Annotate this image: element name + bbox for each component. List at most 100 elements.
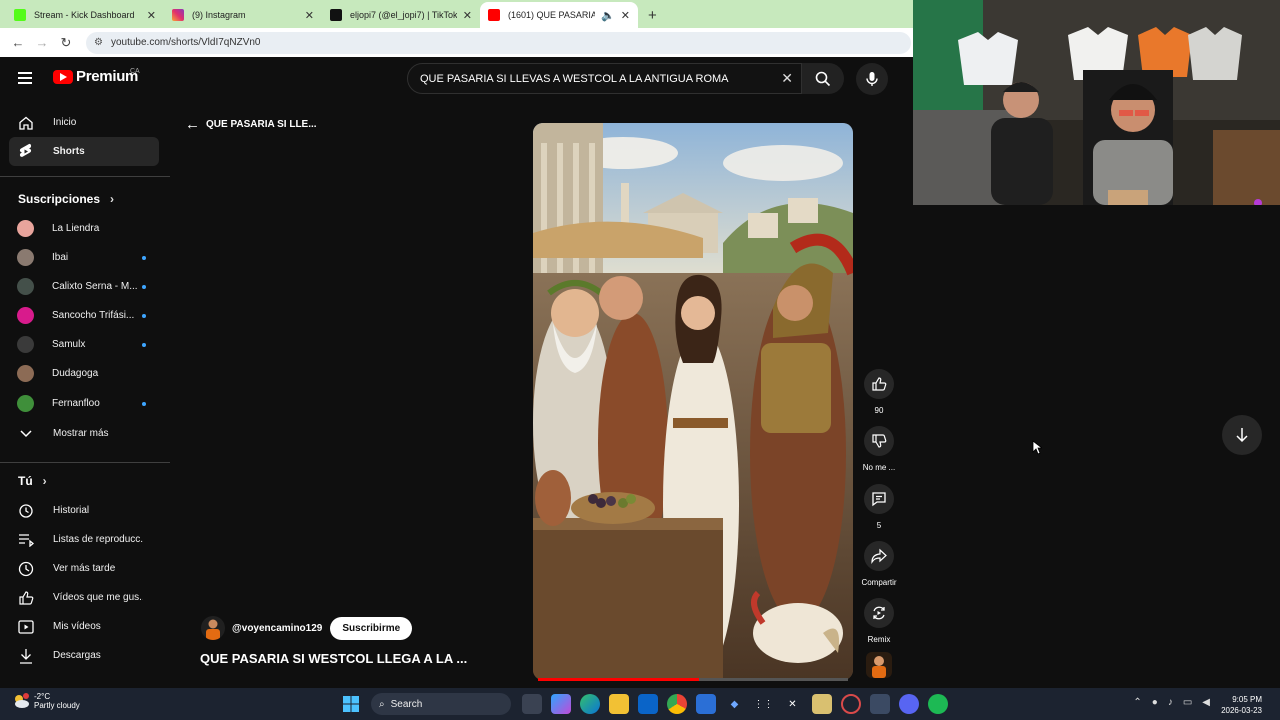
remix-button[interactable] [864,598,894,628]
address-bar-row: ← → ↻ ⚙ youtube.com/shorts/VldI7qNZVn0 [0,28,913,57]
sidebar-item-inicio[interactable]: Inicio [9,108,159,137]
comments-button[interactable] [864,484,894,514]
search-button[interactable] [802,63,844,94]
menu-icon[interactable] [18,72,32,84]
share-button[interactable] [864,541,894,571]
file-explorer-icon[interactable] [608,694,629,714]
sidebar-item-my-videos[interactable]: Mis vídeos [9,612,159,641]
weather-temp: -2°C [34,692,51,701]
subscriptions-heading[interactable]: Suscripciones › [18,192,114,206]
sidebar-item-calixto-serna[interactable]: Calixto Serna - M... [9,272,159,301]
you-heading[interactable]: Tú › [18,474,47,488]
clock-time: 9:05 PM [1232,695,1262,704]
subscribe-button[interactable]: Suscribirme [330,616,413,640]
grid-app-icon[interactable]: ⋮⋮ [754,694,774,714]
vscode-icon[interactable]: ◆ [725,694,745,714]
sidebar-item-dudagoga[interactable]: Dudagoga [9,359,159,388]
reload-icon[interactable]: ↻ [54,35,78,51]
spotify-icon[interactable] [927,694,948,714]
microphone-icon[interactable]: ♪ [1168,697,1173,708]
short-title[interactable]: QUE PASARIA SI WESTCOL LLEGA A LA ... [200,651,467,666]
new-content-dot [142,343,146,347]
taskbar-search[interactable]: ⌕ Search [371,693,511,715]
sidebar-item-samulx[interactable]: Samulx [9,330,159,359]
sidebar-item-sancocho[interactable]: Sancocho Trifási... [9,301,159,330]
show-more-button[interactable]: Mostrar más [9,419,159,448]
sidebar-item-label: Vídeos que me gus... [53,592,143,603]
instagram-icon [172,9,184,21]
clear-icon[interactable]: ✕ [781,70,793,87]
outlook-icon[interactable] [637,694,658,714]
comment-count: 5 [876,521,882,530]
webcam-overlay [913,0,1280,205]
sidebar-item-shorts[interactable]: Shorts [9,137,159,166]
store-icon[interactable] [695,694,716,714]
sidebar-item-label: Descargas [53,650,101,661]
dislike-button[interactable] [864,426,894,456]
clock[interactable]: 9:05 PM 2026-03-23 [1221,694,1262,716]
notes-icon[interactable] [811,694,832,714]
tab-kick[interactable]: Stream - Kick Dashboard ✕ [6,2,164,28]
close-icon[interactable]: ✕ [147,9,156,22]
arrow-down-icon [1236,428,1248,443]
url-field[interactable]: ⚙ youtube.com/shorts/VldI7qNZVn0 [86,31,911,54]
tab-tiktok[interactable]: eljopi7 (@el_jopi7) | TikTok ✕ [322,2,480,28]
video-progress-bar[interactable] [538,678,848,681]
close-icon[interactable]: ✕ [621,9,630,22]
home-icon [17,114,35,132]
windows-start-icon[interactable] [341,694,361,714]
new-tab-button[interactable]: + [648,2,657,28]
new-content-dot [142,402,146,406]
short-back-title: QUE PASARIA SI LLE... [206,119,317,130]
site-info-icon[interactable]: ⚙ [94,37,103,48]
volume-icon[interactable]: ◀ [1202,697,1210,708]
edge-icon[interactable] [579,694,600,714]
tab-instagram[interactable]: (9) Instagram ✕ [164,2,322,28]
close-icon[interactable]: ✕ [463,9,472,22]
sidebar-item-playlists[interactable]: Listas de reproducc... [9,525,159,554]
sidebar-item-downloads[interactable]: Descargas [9,641,159,670]
back-arrow-icon[interactable]: ← [6,35,30,50]
youtube-premium-logo[interactable]: Premium CA [53,68,140,85]
video-icon [17,618,35,636]
next-short-button[interactable] [1222,415,1262,455]
channel-avatar[interactable] [201,616,225,640]
tray-app-icon[interactable]: ● [1152,697,1158,708]
sidebar-item-fernanfloo[interactable]: Fernanfloo [9,389,159,418]
sidebar-item-label: Sancocho Trifási... [52,310,135,321]
close-icon[interactable]: ✕ [305,9,314,22]
steam-icon[interactable] [869,694,890,714]
tray-chevron-icon[interactable]: ⌃ [1133,697,1141,708]
search-value: QUE PASARIA SI LLEVAS A WESTCOL A LA ANT… [420,72,729,85]
weather-widget[interactable]: -2°C Partly cloudy [12,692,80,710]
channel-name[interactable]: @voyencamino129 [232,623,322,634]
like-button[interactable] [864,369,894,399]
search-input[interactable]: QUE PASARIA SI LLEVAS A WESTCOL A LA ANT… [407,63,802,94]
tab-youtube[interactable]: (1601) QUE PASARIA SI WE 🔈 ✕ [480,2,638,28]
speaker-icon[interactable]: 🔈 [601,9,615,22]
discord-icon[interactable] [898,694,919,714]
app-icon[interactable] [840,694,861,714]
tab-label: (1601) QUE PASARIA SI WE [508,10,596,20]
tab-label: eljopi7 (@el_jopi7) | TikTok [350,10,457,20]
weather-cloud-icon [15,693,29,708]
voice-search-button[interactable] [856,63,888,95]
copilot-icon[interactable] [550,694,571,714]
clock-date: 2026-03-23 [1221,706,1262,715]
forward-arrow-icon[interactable]: → [30,35,54,50]
sidebar-item-ibai[interactable]: Ibai [9,243,159,272]
network-icon[interactable]: ▭ [1183,697,1192,708]
short-video-player[interactable] [533,123,853,680]
sidebar-item-historial[interactable]: Historial [9,496,159,525]
sidebar-item-liked[interactable]: Vídeos que me gus... [9,583,159,612]
sidebar-item-la-liendra[interactable]: La Liendra [9,214,159,243]
tools-icon[interactable]: ✕ [783,694,803,714]
sidebar-item-watch-later[interactable]: Ver más tarde [9,554,159,583]
back-to-results-button[interactable]: ← QUE PASARIA SI LLE... [185,116,317,133]
task-view-icon[interactable] [521,694,542,714]
audio-thumbnail[interactable] [866,652,892,678]
chrome-icon[interactable] [666,694,687,714]
you-title: Tú [18,474,33,488]
avatar [17,365,34,382]
browser-tab-strip: Stream - Kick Dashboard ✕ (9) Instagram … [0,0,913,28]
